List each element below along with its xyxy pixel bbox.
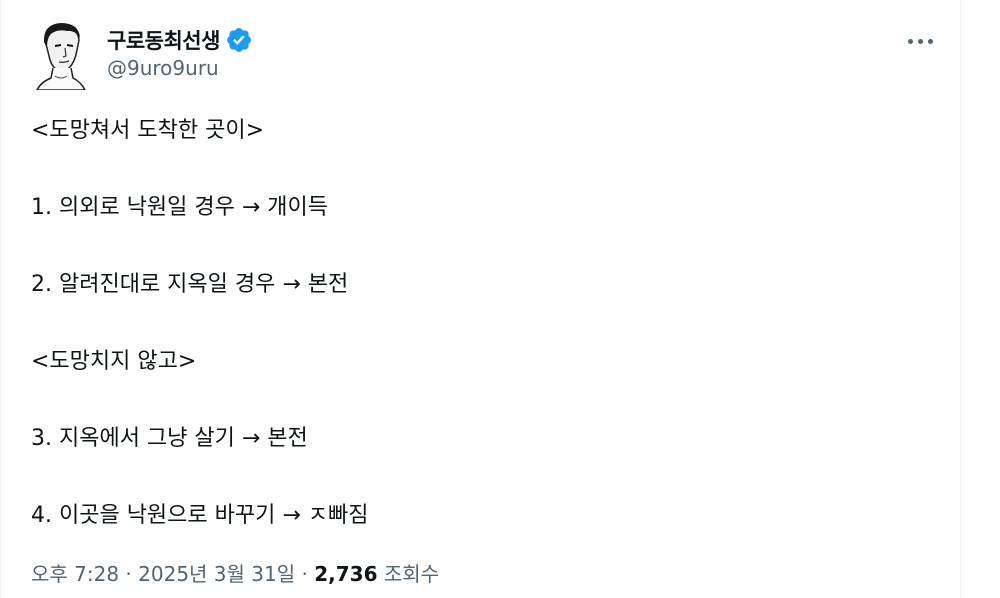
tweet-line: 1. 의외로 낙원일 경우 → 개이득 xyxy=(31,195,329,220)
tweet-card: 구로동최선생 @9uro9uru <도망쳐서 도착한 곳이> 1. 의외로 낙원… xyxy=(0,0,961,598)
tweet-header: 구로동최선생 @9uro9uru xyxy=(31,20,940,91)
tweet-line: 2. 알려진대로 지옥일 경우 → 본전 xyxy=(31,272,349,297)
author-names: 구로동최선생 @9uro9uru xyxy=(107,26,253,80)
views-label: 조회수 xyxy=(383,562,440,586)
more-options-dot xyxy=(917,38,923,44)
author-handle[interactable]: @9uro9uru xyxy=(107,56,253,80)
tweet-meta: 오후 7:28 · 2025년 3월 31일 · 2,736 조회수 xyxy=(31,558,439,587)
tweet-date[interactable]: 2025년 3월 31일 xyxy=(138,562,295,586)
tweet-line: 4. 이곳을 낙원으로 바꾸기 → ㅈ빠짐 xyxy=(31,503,369,528)
display-name[interactable]: 구로동최선생 xyxy=(107,25,220,55)
more-options-button[interactable] xyxy=(900,26,940,56)
tweet-line: <도망치지 않고> xyxy=(31,349,197,374)
more-options-dot xyxy=(927,38,933,44)
avatar[interactable] xyxy=(31,20,91,91)
verified-badge-icon[interactable] xyxy=(225,26,253,54)
tweet-text: <도망쳐서 도착한 곳이> 1. 의외로 낙원일 경우 → 개이득 2. 알려진… xyxy=(31,112,920,536)
more-options-icon xyxy=(907,38,913,44)
meta-separator: · xyxy=(295,562,315,586)
tweet-line: <도망쳐서 도착한 곳이> xyxy=(31,118,265,143)
views-count[interactable]: 2,736 xyxy=(314,562,377,586)
display-name-row[interactable]: 구로동최선생 xyxy=(107,26,253,54)
tweet-line: 3. 지옥에서 그냥 살기 → 본전 xyxy=(31,426,308,451)
tweet-time[interactable]: 오후 7:28 xyxy=(31,562,119,586)
meta-separator: · xyxy=(119,562,139,586)
avatar-sketch-icon xyxy=(35,23,87,91)
